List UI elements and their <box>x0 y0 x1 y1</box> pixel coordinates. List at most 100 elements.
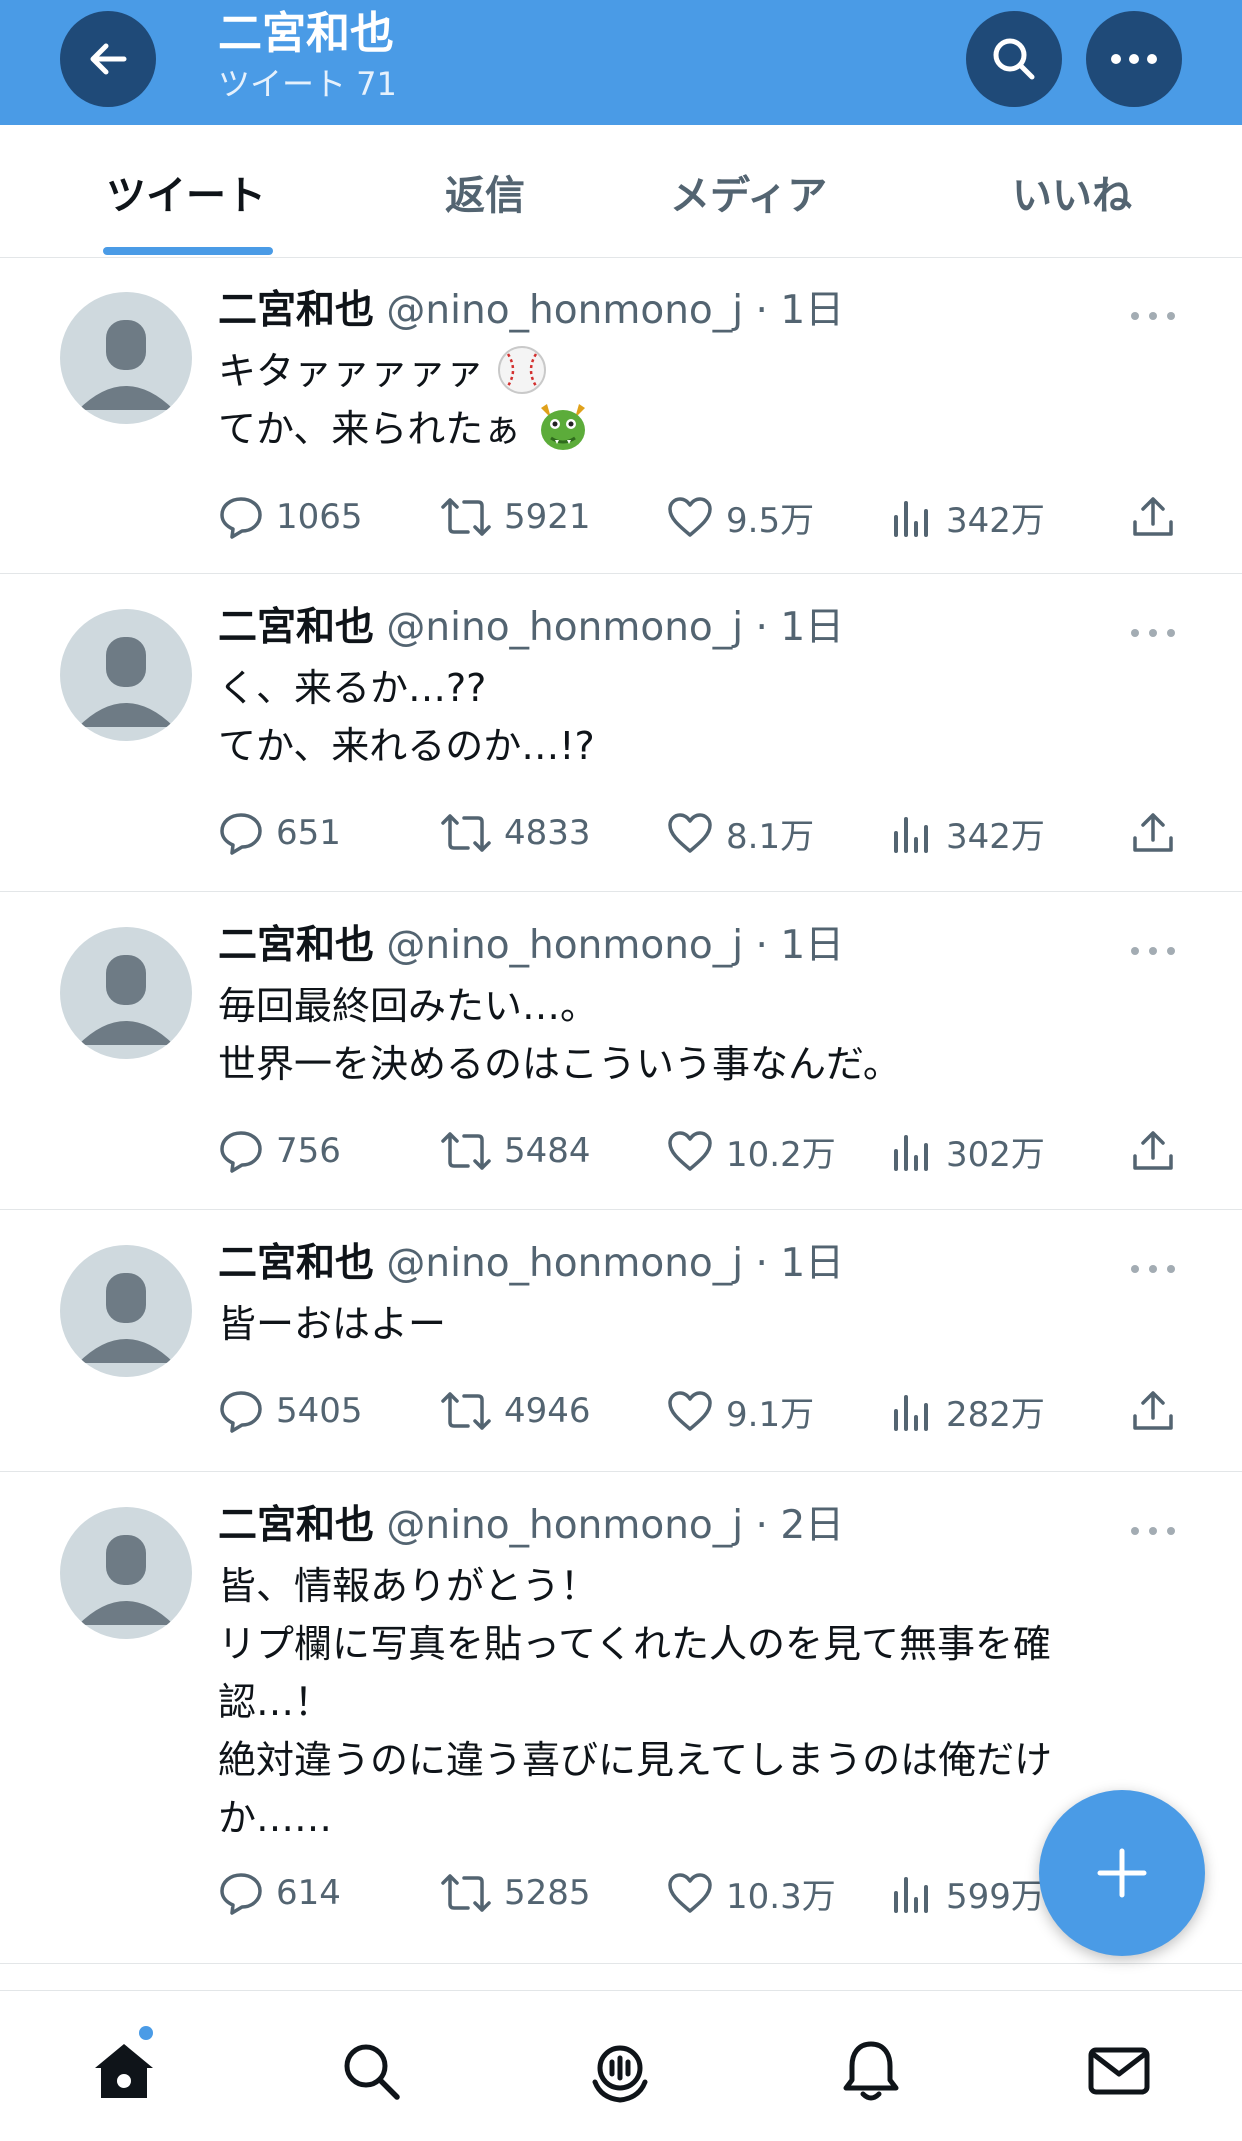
reply-count: 756 <box>276 1131 341 1171</box>
author-name[interactable]: 二宮和也 <box>218 288 374 333</box>
views-button[interactable]: 282万 <box>890 1386 1045 1436</box>
retweet-icon <box>441 1132 491 1170</box>
author-name[interactable]: 二宮和也 <box>218 1241 374 1286</box>
default-avatar-icon <box>78 1273 174 1363</box>
avatar[interactable] <box>60 1507 192 1639</box>
author-handle[interactable]: @nino_honmono_j <box>386 1503 743 1548</box>
reply-button[interactable]: 651 <box>218 808 341 858</box>
nav-messages[interactable] <box>1084 2036 1154 2106</box>
tweet-time[interactable]: 1日 <box>780 605 844 650</box>
author-handle[interactable]: @nino_honmono_j <box>386 288 743 333</box>
share-icon[interactable] <box>1130 1388 1176 1434</box>
dragon-face-emoji <box>541 404 586 450</box>
tweet-more-icon[interactable] <box>1130 1263 1176 1275</box>
tab-replies[interactable]: 返信 <box>445 163 525 221</box>
heart-icon <box>668 813 712 853</box>
views-count: 599万 <box>946 1876 1045 1917</box>
share-icon[interactable] <box>1130 810 1176 856</box>
back-button[interactable] <box>60 11 156 107</box>
tweet-item[interactable]: 二宮和也 @nino_honmono_j · 1日 皆ーおはよー 5405 49… <box>0 1210 1242 1472</box>
nav-spaces[interactable] <box>585 2036 655 2106</box>
author-name[interactable]: 二宮和也 <box>218 1503 374 1548</box>
avatar[interactable] <box>60 609 192 741</box>
avatar[interactable] <box>60 1245 192 1377</box>
tweet-more-icon[interactable] <box>1130 627 1176 639</box>
views-button[interactable]: 599万 <box>890 1868 1045 1918</box>
tweet-time[interactable]: 1日 <box>780 288 844 333</box>
default-avatar-icon <box>78 320 174 410</box>
author-handle[interactable]: @nino_honmono_j <box>386 1241 743 1286</box>
like-count: 10.3万 <box>726 1876 836 1917</box>
separator-dot: · <box>755 923 768 968</box>
tweet-time[interactable]: 1日 <box>780 923 844 968</box>
tweet-header: 二宮和也 @nino_honmono_j · 1日 <box>218 288 844 335</box>
like-button[interactable]: 10.2万 <box>666 1126 836 1176</box>
tab-media[interactable]: メディア <box>670 163 827 221</box>
compose-tweet-button[interactable] <box>1039 1790 1205 1956</box>
baseball-emoji <box>498 346 547 394</box>
retweet-count: 5285 <box>504 1873 591 1913</box>
views-count: 302万 <box>946 1134 1045 1175</box>
tweet-item[interactable]: 二宮和也 @nino_honmono_j · 1日 く、来るか…?? てか、来れ… <box>0 574 1242 892</box>
nav-home[interactable] <box>89 2036 159 2106</box>
search-button[interactable] <box>966 11 1062 107</box>
heart-icon <box>668 497 712 537</box>
retweet-button[interactable]: 5484 <box>440 1126 591 1176</box>
views-button[interactable]: 302万 <box>890 1126 1045 1176</box>
mail-icon <box>1088 2047 1150 2095</box>
more-icon <box>1111 54 1157 64</box>
nav-notifications[interactable] <box>836 2036 906 2106</box>
views-icon <box>894 817 928 853</box>
default-avatar-icon <box>78 1535 174 1625</box>
avatar[interactable] <box>60 927 192 1059</box>
spaces-icon <box>592 2045 648 2103</box>
retweet-button[interactable]: 5285 <box>440 1868 591 1918</box>
author-name[interactable]: 二宮和也 <box>218 923 374 968</box>
share-icon[interactable] <box>1130 494 1176 540</box>
like-button[interactable]: 9.5万 <box>666 492 814 542</box>
tweet-item[interactable]: 二宮和也 @nino_honmono_j · 1日 キタァァァァァ てか、来られ… <box>0 258 1242 574</box>
tweet-item[interactable]: 二宮和也 @nino_honmono_j · 1日 毎回最終回みたい…。 世界一… <box>0 892 1242 1210</box>
retweet-button[interactable]: 5921 <box>440 492 591 542</box>
reply-button[interactable]: 1065 <box>218 492 363 542</box>
more-button[interactable] <box>1086 11 1182 107</box>
reply-button[interactable]: 5405 <box>218 1386 363 1436</box>
avatar[interactable] <box>60 292 192 424</box>
heart-icon <box>668 1391 712 1431</box>
like-count: 9.1万 <box>726 1394 815 1435</box>
author-name[interactable]: 二宮和也 <box>218 605 374 650</box>
share-icon[interactable] <box>1130 1128 1176 1174</box>
reply-icon <box>220 813 262 855</box>
tweet-time[interactable]: 2日 <box>780 1503 844 1548</box>
tab-likes[interactable]: いいね <box>1012 163 1132 221</box>
tab-tweets[interactable]: ツイート <box>106 163 266 221</box>
tweet-more-icon[interactable] <box>1130 945 1176 957</box>
views-button[interactable]: 342万 <box>890 492 1045 542</box>
author-handle[interactable]: @nino_honmono_j <box>386 605 743 650</box>
tweet-line: てか、来られたぁ <box>218 407 522 451</box>
nav-search[interactable] <box>336 2036 406 2106</box>
tweet-header: 二宮和也 @nino_honmono_j · 1日 <box>218 605 844 652</box>
separator-dot: · <box>755 1503 768 1548</box>
active-tab-indicator <box>103 247 273 255</box>
tweet-header: 二宮和也 @nino_honmono_j · 1日 <box>218 1241 844 1288</box>
tweet-time[interactable]: 1日 <box>780 1241 844 1286</box>
default-avatar-icon <box>78 637 174 727</box>
tweet-more-icon[interactable] <box>1130 1525 1176 1537</box>
like-button[interactable]: 10.3万 <box>666 1868 836 1918</box>
reply-count: 651 <box>276 813 341 853</box>
like-button[interactable]: 8.1万 <box>666 808 814 858</box>
author-handle[interactable]: @nino_honmono_j <box>386 923 743 968</box>
like-button[interactable]: 9.1万 <box>666 1386 814 1436</box>
reply-button[interactable]: 756 <box>218 1126 341 1176</box>
tweet-header: 二宮和也 @nino_honmono_j · 2日 <box>218 1503 844 1550</box>
tweet-actions: 614 5285 10.3万 599万 <box>218 1868 1178 1918</box>
retweet-button[interactable]: 4946 <box>440 1386 591 1436</box>
heart-icon <box>668 1873 712 1913</box>
separator-dot: · <box>755 605 768 650</box>
reply-button[interactable]: 614 <box>218 1868 341 1918</box>
reply-icon <box>220 1873 262 1915</box>
views-button[interactable]: 342万 <box>890 808 1045 858</box>
retweet-button[interactable]: 4833 <box>440 808 591 858</box>
tweet-more-icon[interactable] <box>1130 310 1176 322</box>
